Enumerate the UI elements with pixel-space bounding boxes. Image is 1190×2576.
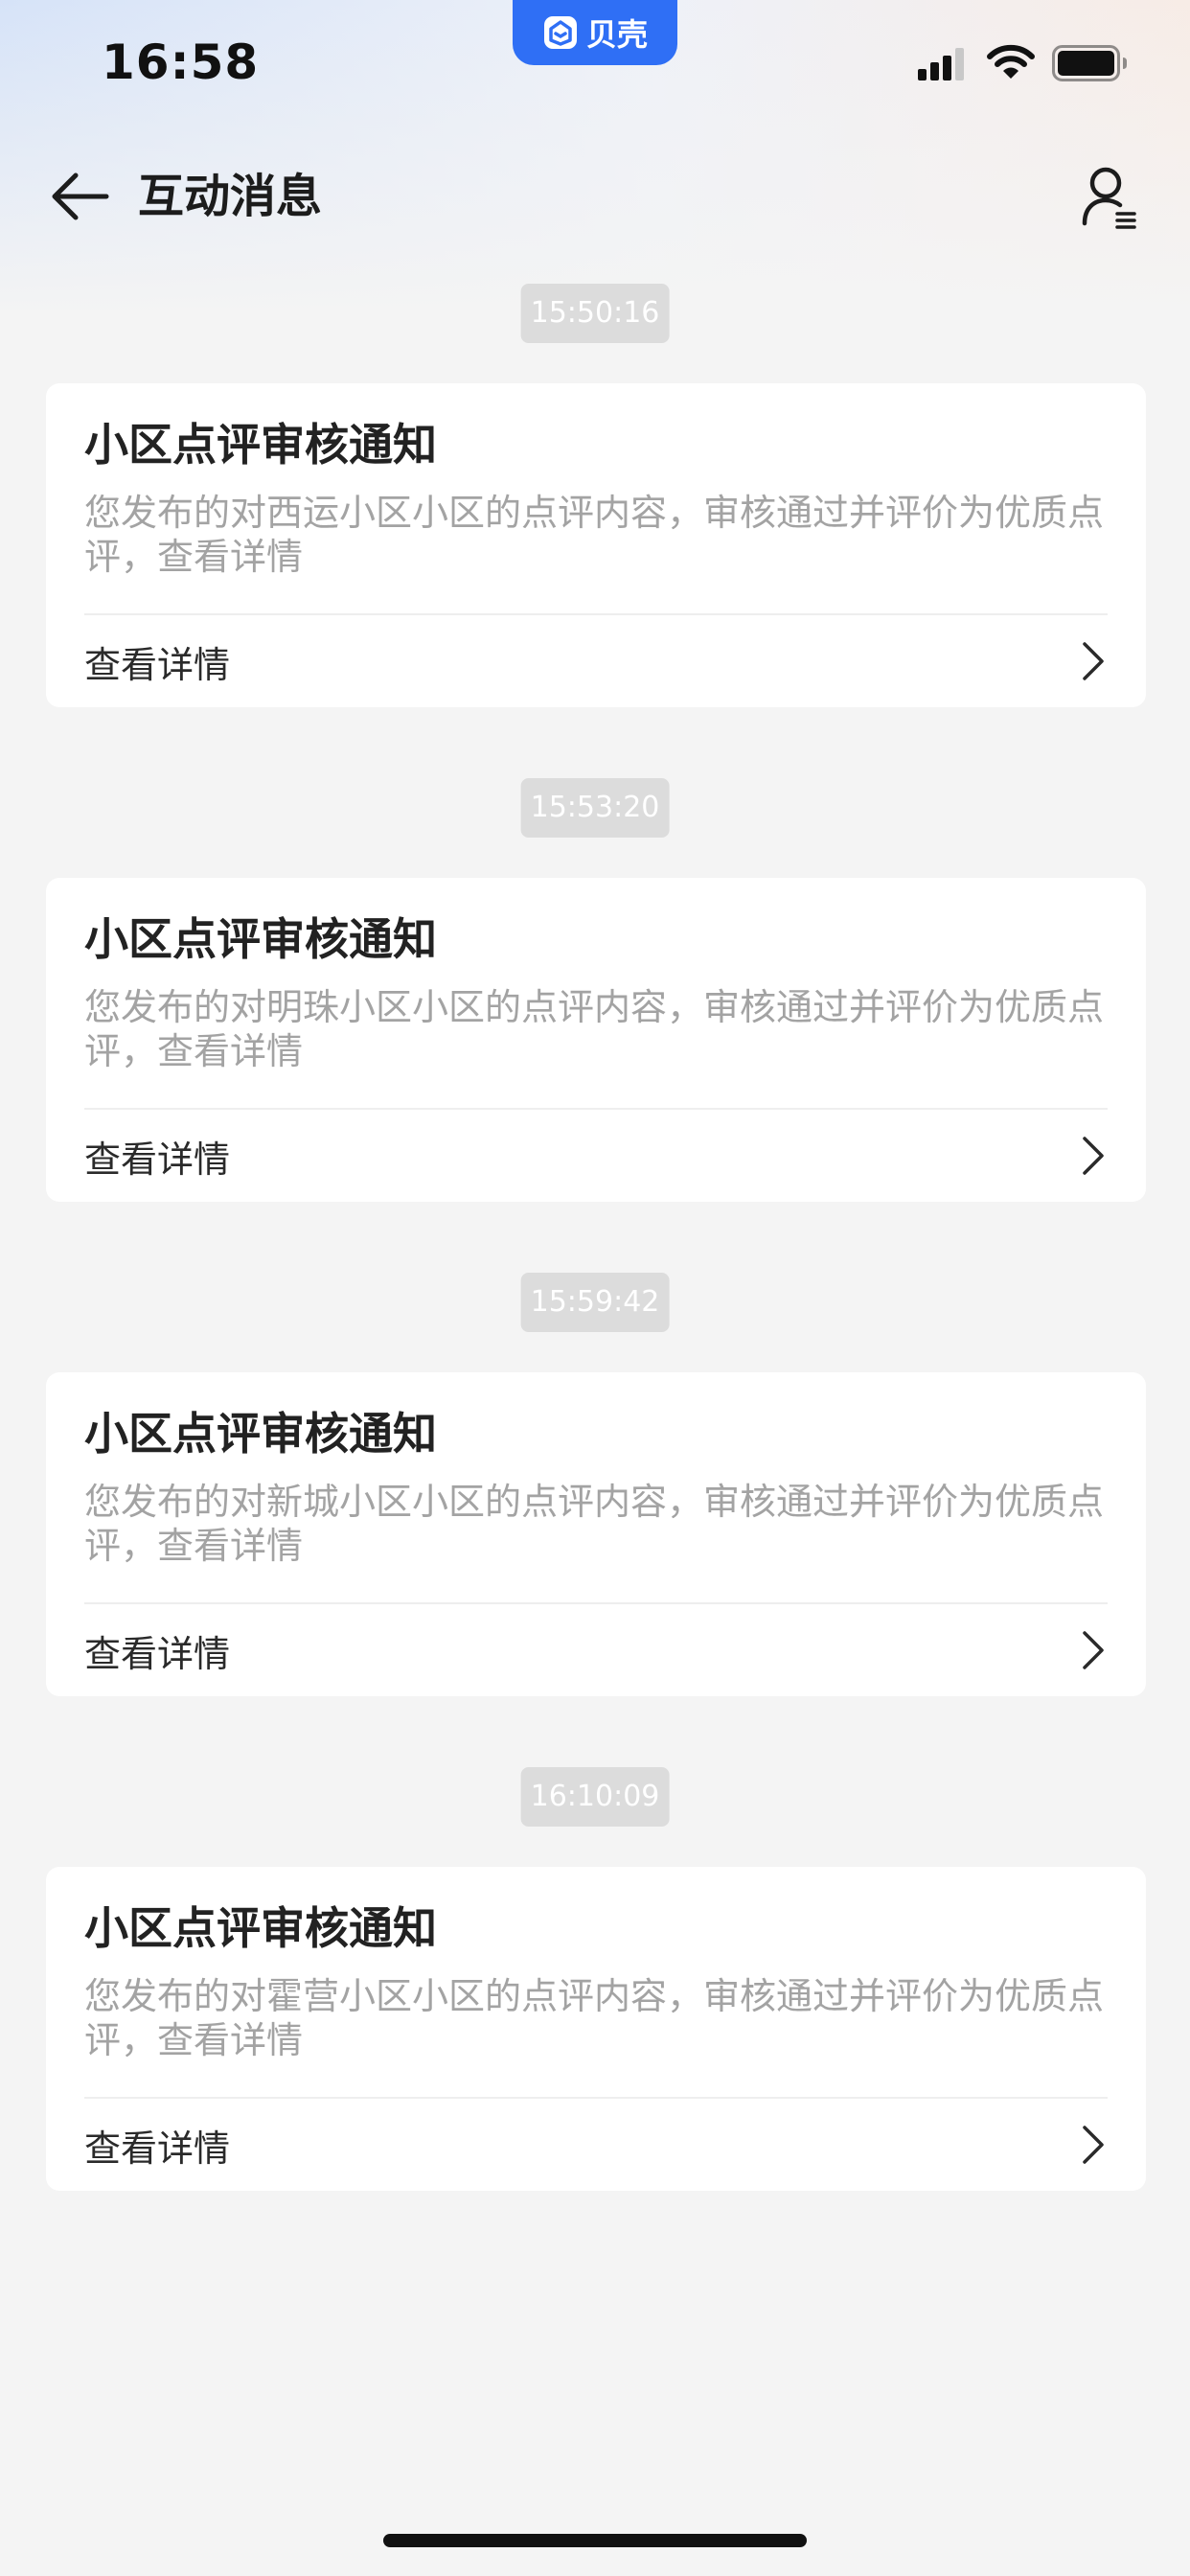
app-indicator-label: 贝壳 — [585, 16, 648, 53]
cellular-signal-icon — [918, 48, 964, 80]
status-time: 16:58 — [102, 34, 260, 90]
home-indicator[interactable] — [383, 2534, 807, 2547]
message-content: 您发布的对西运小区小区的点评内容，审核通过并评价为优质点评，查看详情 — [84, 492, 1105, 578]
message-time-badge: 15:53:20 — [520, 778, 670, 838]
page-title: 互动消息 — [138, 170, 323, 223]
arrow-left-icon — [52, 172, 109, 220]
chevron-right-icon — [1083, 2126, 1104, 2164]
message-content: 您发布的对霍营小区小区的点评内容，审核通过并评价为优质点评，查看详情 — [84, 1975, 1105, 2061]
view-details-link[interactable]: 查看详情 — [84, 2099, 1108, 2191]
message-group: 16:10:09 小区点评审核通知 您发布的对霍营小区小区的点评内容，审核通过并… — [0, 1761, 1190, 2256]
message-time-badge: 15:59:42 — [520, 1273, 670, 1332]
back-button[interactable] — [46, 165, 113, 228]
chevron-right-icon — [1083, 642, 1104, 680]
view-details-label: 查看详情 — [84, 1138, 231, 1181]
message-title: 小区点评审核通知 — [84, 1408, 437, 1460]
message-card[interactable]: 小区点评审核通知 您发布的对新城小区小区的点评内容，审核通过并评价为优质点评，查… — [46, 1372, 1146, 1696]
message-time-badge: 15:50:16 — [520, 284, 670, 343]
battery-icon — [1052, 45, 1127, 81]
message-group: 15:50:16 小区点评审核通知 您发布的对西运小区小区的点评内容，审核通过并… — [0, 278, 1190, 772]
message-group: 15:59:42 小区点评审核通知 您发布的对新城小区小区的点评内容，审核通过并… — [0, 1267, 1190, 1761]
app-indicator-pill[interactable]: 贝壳 — [513, 0, 677, 65]
message-list: 15:50:16 小区点评审核通知 您发布的对西运小区小区的点评内容，审核通过并… — [0, 278, 1190, 2256]
message-title: 小区点评审核通知 — [84, 419, 437, 471]
chevron-right-icon — [1083, 1631, 1104, 1669]
view-details-link[interactable]: 查看详情 — [84, 615, 1108, 707]
status-bar: 16:58 贝壳 — [0, 0, 1190, 130]
message-card[interactable]: 小区点评审核通知 您发布的对霍营小区小区的点评内容，审核通过并评价为优质点评，查… — [46, 1867, 1146, 2191]
wifi-icon — [987, 44, 1035, 79]
message-time-badge: 16:10:09 — [520, 1767, 670, 1827]
chevron-right-icon — [1083, 1137, 1104, 1175]
view-details-link[interactable]: 查看详情 — [84, 1110, 1108, 1202]
user-settings-icon — [1082, 167, 1136, 229]
message-group: 15:53:20 小区点评审核通知 您发布的对明珠小区小区的点评内容，审核通过并… — [0, 772, 1190, 1267]
message-title: 小区点评审核通知 — [84, 1902, 437, 1954]
view-details-label: 查看详情 — [84, 1632, 231, 1675]
view-details-label: 查看详情 — [84, 2127, 231, 2170]
view-details-label: 查看详情 — [84, 643, 231, 686]
message-content: 您发布的对新城小区小区的点评内容，审核通过并评价为优质点评，查看详情 — [84, 1481, 1105, 1567]
message-card[interactable]: 小区点评审核通知 您发布的对明珠小区小区的点评内容，审核通过并评价为优质点评，查… — [46, 878, 1146, 1202]
view-details-link[interactable]: 查看详情 — [84, 1604, 1108, 1696]
profile-settings-button[interactable] — [1073, 161, 1146, 234]
message-content: 您发布的对明珠小区小区的点评内容，审核通过并评价为优质点评，查看详情 — [84, 986, 1105, 1072]
message-title: 小区点评审核通知 — [84, 913, 437, 965]
message-card[interactable]: 小区点评审核通知 您发布的对西运小区小区的点评内容，审核通过并评价为优质点评，查… — [46, 383, 1146, 707]
beike-logo-icon — [543, 16, 577, 49]
navigation-bar: 互动消息 — [0, 144, 1190, 249]
